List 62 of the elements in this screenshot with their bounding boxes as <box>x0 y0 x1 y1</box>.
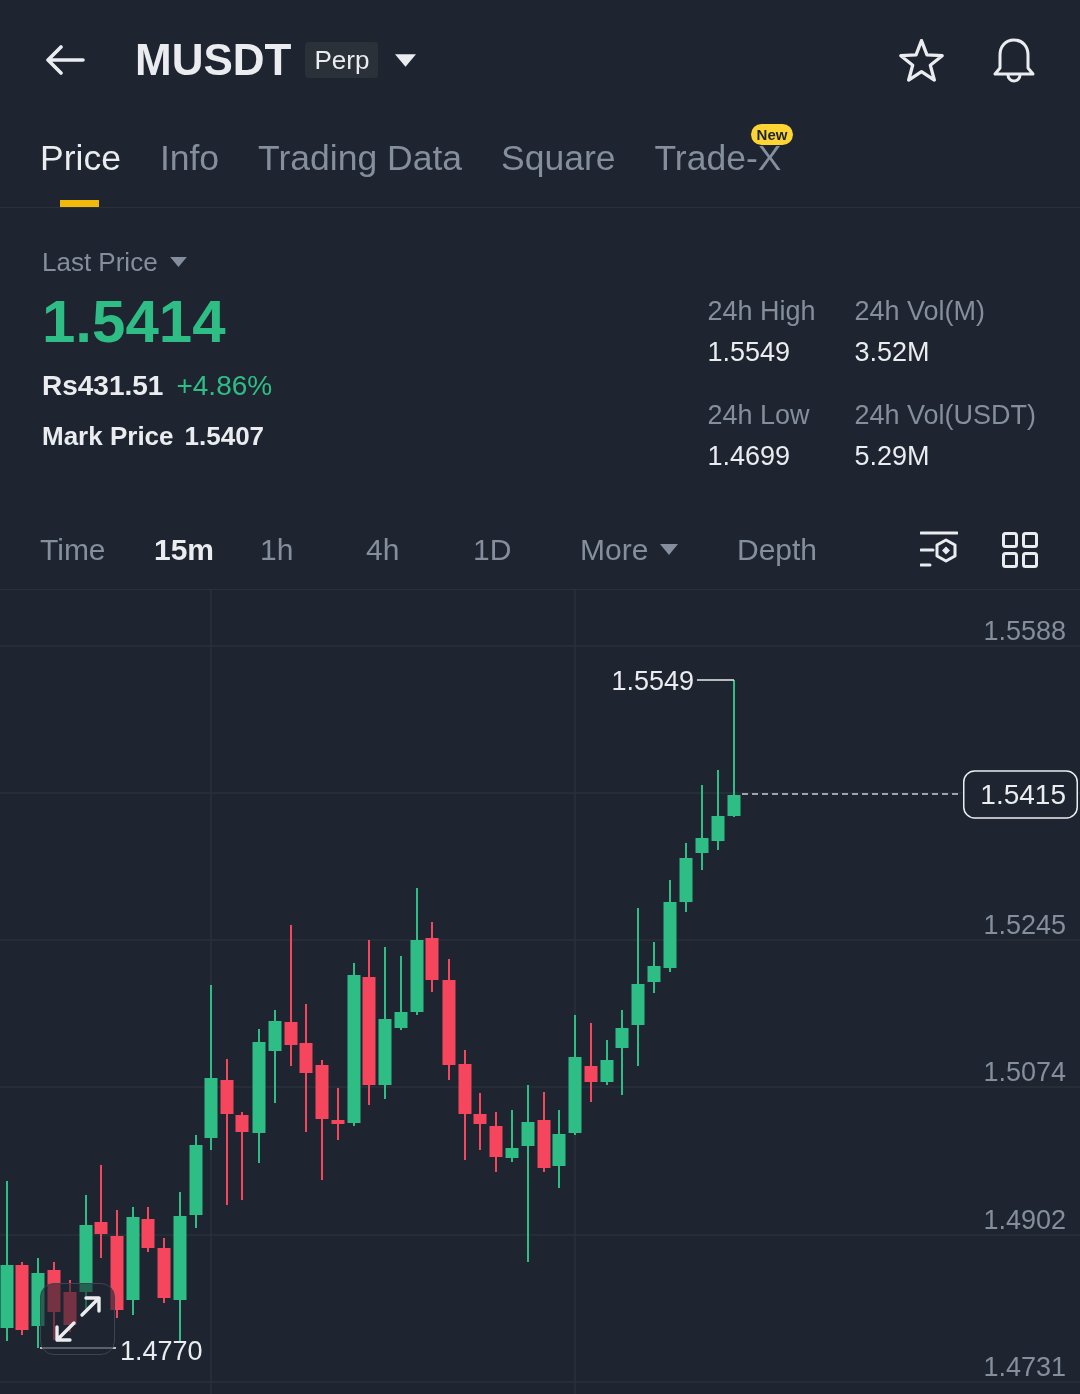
interval-button[interactable]: 15m <box>154 529 215 570</box>
interval-button[interactable]: 1h <box>260 529 294 570</box>
current-price-tag: 1.5415 <box>963 770 1078 819</box>
tab[interactable]: Price <box>40 120 121 207</box>
stat-value: 3.52M <box>854 336 931 369</box>
favorite-button[interactable] <box>899 38 944 82</box>
rising-candle <box>505 1109 519 1163</box>
contract-badge: Perp <box>305 42 379 78</box>
tab[interactable]: Trade-X New <box>654 120 794 207</box>
stat-value: 1.5549 <box>707 336 791 369</box>
falling-candle <box>63 1279 77 1333</box>
falling-candle <box>331 1087 345 1141</box>
interval-button[interactable]: 1D <box>473 529 512 570</box>
caret-icon <box>660 544 679 555</box>
caret-icon <box>169 257 187 267</box>
interval-button[interactable]: Time <box>40 529 106 570</box>
price-axis-label: 1.4902 <box>983 1205 1066 1235</box>
mark-price-value: 1.5407 <box>184 420 265 453</box>
lines-hexagon-icon <box>920 530 958 569</box>
expand-button[interactable] <box>40 1283 115 1355</box>
caret-icon[interactable] <box>395 53 417 67</box>
rising-candle <box>679 842 693 913</box>
star-icon <box>899 38 944 82</box>
price-type-selector[interactable]: Last Price <box>42 246 187 278</box>
back-arrow-icon <box>45 45 85 75</box>
price-axis-label: 1.5074 <box>983 1057 1066 1087</box>
falling-candle <box>157 1237 171 1304</box>
price-axis-label: 1.5588 <box>983 616 1066 646</box>
more-menu-button[interactable]: More <box>580 529 679 570</box>
notification-button[interactable] <box>992 37 1036 83</box>
bell-icon <box>992 37 1036 83</box>
price-axis-label: 1.5245 <box>983 910 1066 940</box>
expand-arrows-icon <box>53 1295 102 1343</box>
stat-value: 5.29M <box>854 440 931 473</box>
stat-value: 1.4699 <box>707 440 791 473</box>
falling-candle <box>141 1206 155 1253</box>
leader-line <box>696 679 735 681</box>
falling-candle <box>425 921 439 993</box>
price-change: +4.86% <box>176 369 273 403</box>
high-price-label: 1.5549 <box>611 666 694 696</box>
falling-candle <box>489 1111 503 1173</box>
interval-button[interactable]: Depth <box>737 529 818 570</box>
tab[interactable]: Info <box>159 120 220 207</box>
new-badge: New <box>750 124 794 145</box>
stat-label: 24h High <box>707 295 817 328</box>
interval-button[interactable]: 4h <box>366 529 400 570</box>
back-button[interactable] <box>45 45 85 75</box>
stat-label: 24h Vol(M) <box>854 295 986 328</box>
symbol-title: MUSDT <box>135 34 292 86</box>
stat-label: 24h Low <box>707 399 811 432</box>
stat-label: 24h Vol(USDT) <box>854 399 1036 432</box>
grid-icon <box>1002 531 1038 568</box>
tab[interactable]: Trading Data <box>258 120 462 207</box>
fiat-price: Rs431.51 <box>42 369 164 403</box>
layout-button[interactable] <box>1002 531 1038 568</box>
tab[interactable]: Square <box>501 120 616 207</box>
last-price: 1.5414 <box>42 290 226 354</box>
mark-price-label: Mark Price <box>42 420 174 453</box>
low-price-label: 1.4770 <box>120 1336 203 1366</box>
rising-candle <box>647 941 661 994</box>
indicator-settings-button[interactable] <box>920 530 958 569</box>
price-axis-label: 1.4731 <box>983 1352 1066 1382</box>
